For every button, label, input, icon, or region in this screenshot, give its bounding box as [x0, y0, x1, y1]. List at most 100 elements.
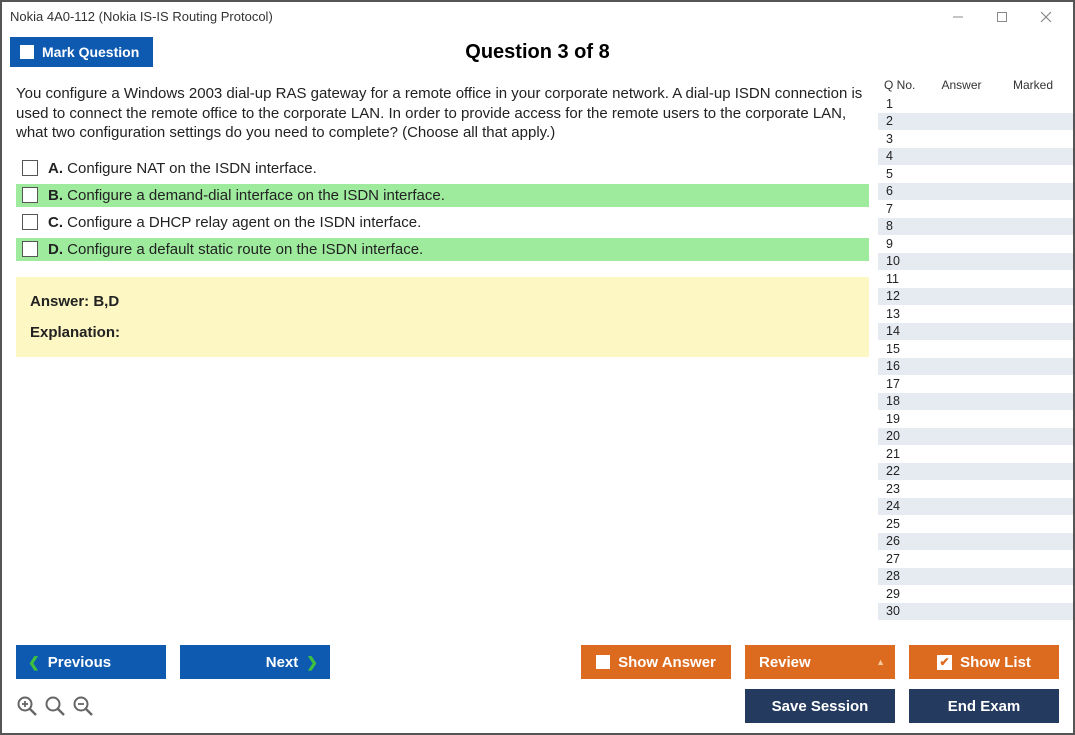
question-number: 19: [886, 412, 914, 426]
question-list-row[interactable]: 5: [878, 165, 1073, 183]
option-row[interactable]: D. Configure a default static route on t…: [16, 238, 869, 261]
question-list-row[interactable]: 8: [878, 218, 1073, 236]
show-list-checkbox-icon: ✔: [937, 655, 952, 670]
question-number: 1: [886, 97, 914, 111]
question-number: 7: [886, 202, 914, 216]
question-list-row[interactable]: 28: [878, 568, 1073, 586]
mark-question-label: Mark Question: [42, 44, 139, 60]
window-title: Nokia 4A0-112 (Nokia IS-IS Routing Proto…: [10, 9, 273, 24]
maximize-icon[interactable]: [989, 11, 1015, 23]
question-number: 10: [886, 254, 914, 268]
footer: ❮ Previous Next ❯ Show Answer Review ▲ ✔…: [2, 636, 1073, 733]
question-list-row[interactable]: 1: [878, 95, 1073, 113]
option-row[interactable]: A. Configure NAT on the ISDN interface.: [16, 157, 869, 180]
question-number: 12: [886, 289, 914, 303]
answer-box: Answer: B,D Explanation:: [16, 277, 869, 357]
minimize-icon[interactable]: [945, 11, 971, 23]
option-row[interactable]: B. Configure a demand-dial interface on …: [16, 184, 869, 207]
titlebar: Nokia 4A0-112 (Nokia IS-IS Routing Proto…: [2, 2, 1073, 32]
question-list-row[interactable]: 4: [878, 148, 1073, 166]
question-list-row[interactable]: 2: [878, 113, 1073, 131]
question-number: 2: [886, 114, 914, 128]
question-number: 15: [886, 342, 914, 356]
question-number: 26: [886, 534, 914, 548]
top-strip: Mark Question Question 3 of 8: [2, 32, 1073, 72]
question-list-row[interactable]: 25: [878, 515, 1073, 533]
question-list-row[interactable]: 21: [878, 445, 1073, 463]
previous-label: Previous: [48, 654, 111, 671]
question-list-row[interactable]: 18: [878, 393, 1073, 411]
question-number: 28: [886, 569, 914, 583]
question-list-row[interactable]: 10: [878, 253, 1073, 271]
question-text: You configure a Windows 2003 dial-up RAS…: [16, 84, 869, 143]
option-row[interactable]: C. Configure a DHCP relay agent on the I…: [16, 211, 869, 234]
save-session-label: Save Session: [772, 698, 869, 715]
question-number: 18: [886, 394, 914, 408]
question-number: 13: [886, 307, 914, 321]
question-number: 21: [886, 447, 914, 461]
question-list-row[interactable]: 11: [878, 270, 1073, 288]
question-list-row[interactable]: 16: [878, 358, 1073, 376]
mark-checkbox-icon: [20, 45, 34, 59]
save-session-button[interactable]: Save Session: [745, 689, 895, 723]
end-exam-button[interactable]: End Exam: [909, 689, 1059, 723]
footer-row-2: Save Session End Exam: [16, 689, 1059, 723]
question-list-row[interactable]: 20: [878, 428, 1073, 446]
option-checkbox[interactable]: [22, 160, 38, 176]
question-number: 16: [886, 359, 914, 373]
chevron-left-icon: ❮: [28, 654, 40, 671]
window-controls: [945, 11, 1065, 23]
question-list-row[interactable]: 6: [878, 183, 1073, 201]
chevron-right-icon: ❯: [306, 654, 318, 671]
answer-line: Answer: B,D: [30, 293, 855, 310]
question-number: 6: [886, 184, 914, 198]
next-label: Next: [266, 654, 299, 671]
close-icon[interactable]: [1033, 11, 1059, 23]
option-checkbox[interactable]: [22, 214, 38, 230]
previous-button[interactable]: ❮ Previous: [16, 645, 166, 679]
question-list-row[interactable]: 22: [878, 463, 1073, 481]
question-list-header: Q No. Answer Marked: [878, 76, 1073, 95]
options-list: A. Configure NAT on the ISDN interface. B…: [16, 157, 869, 261]
question-list-row[interactable]: 26: [878, 533, 1073, 551]
show-answer-label: Show Answer: [618, 654, 716, 671]
show-list-button[interactable]: ✔ Show List: [909, 645, 1059, 679]
show-list-label: Show List: [960, 654, 1031, 671]
option-label: A. Configure NAT on the ISDN interface.: [48, 160, 317, 177]
question-list-row[interactable]: 12: [878, 288, 1073, 306]
mark-question-button[interactable]: Mark Question: [10, 37, 153, 67]
question-list-row[interactable]: 17: [878, 375, 1073, 393]
question-list-row[interactable]: 24: [878, 498, 1073, 516]
zoom-in-icon[interactable]: [16, 695, 38, 717]
question-panel: You configure a Windows 2003 dial-up RAS…: [2, 72, 877, 636]
review-label: Review: [759, 654, 811, 671]
zoom-reset-icon[interactable]: [44, 695, 66, 717]
question-list-row[interactable]: 7: [878, 200, 1073, 218]
question-list-row[interactable]: 23: [878, 480, 1073, 498]
next-button[interactable]: Next ❯: [180, 645, 330, 679]
question-list-row[interactable]: 27: [878, 550, 1073, 568]
question-list-row[interactable]: 19: [878, 410, 1073, 428]
zoom-out-icon[interactable]: [72, 695, 94, 717]
question-number: 22: [886, 464, 914, 478]
option-checkbox[interactable]: [22, 187, 38, 203]
question-list-row[interactable]: 14: [878, 323, 1073, 341]
question-list-row[interactable]: 15: [878, 340, 1073, 358]
explanation-label: Explanation:: [30, 324, 855, 341]
question-number: 4: [886, 149, 914, 163]
show-answer-button[interactable]: Show Answer: [581, 645, 731, 679]
question-number: 24: [886, 499, 914, 513]
question-list-row[interactable]: 9: [878, 235, 1073, 253]
question-list-panel: Q No. Answer Marked 12345678910111213141…: [877, 72, 1073, 636]
question-number: 5: [886, 167, 914, 181]
option-checkbox[interactable]: [22, 241, 38, 257]
question-list-body[interactable]: 1234567891011121314151617181920212223242…: [878, 95, 1073, 636]
question-list-row[interactable]: 30: [878, 603, 1073, 621]
question-list-row[interactable]: 29: [878, 585, 1073, 603]
question-list-row[interactable]: 3: [878, 130, 1073, 148]
zoom-controls: [16, 695, 94, 717]
review-button[interactable]: Review ▲: [745, 645, 895, 679]
option-label: D. Configure a default static route on t…: [48, 241, 423, 258]
question-number: 11: [886, 272, 914, 286]
question-list-row[interactable]: 13: [878, 305, 1073, 323]
